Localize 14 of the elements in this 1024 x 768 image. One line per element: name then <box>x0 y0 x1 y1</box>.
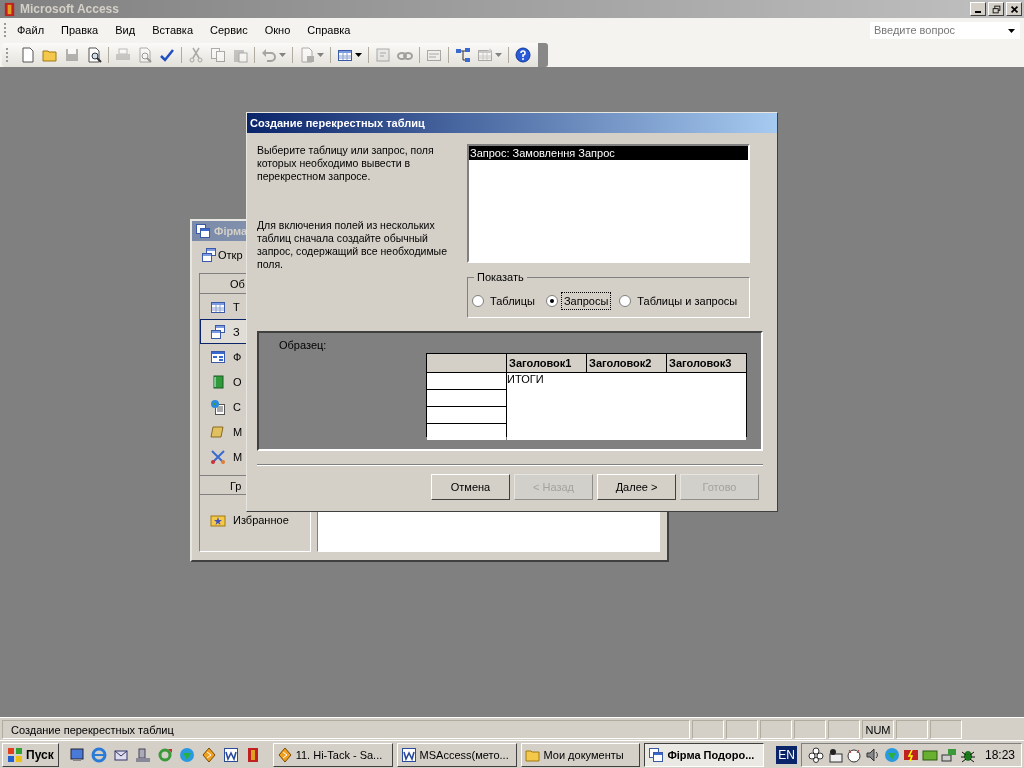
column-heading: Заголовок3 <box>667 354 746 372</box>
group-label: Показать <box>474 271 527 283</box>
column-heading: Заголовок1 <box>507 354 586 372</box>
window-title: Microsoft Access <box>20 2 119 16</box>
status-text: Создание перекрестных таблиц <box>2 719 690 739</box>
dialog-title: Создание перекрестных таблиц <box>247 113 777 133</box>
num-lock-indicator: NUM <box>862 719 894 739</box>
hint-text: Для включения полей из нескольких таблиц сначала создайте обычный запрос, содержащий все необходимые поля. <box>257 219 448 271</box>
value-label: ИТОГИ <box>507 373 544 385</box>
sample-label: Образец: <box>279 339 327 352</box>
clock: 18:23 <box>985 747 1015 762</box>
column-heading: Заголовок2 <box>587 354 666 372</box>
window-title: Фірма <box>214 225 248 237</box>
instruction-text: Выберите таблицу или запрос, поля которых необходимо вывести в перекрестном запросе. <box>257 144 435 183</box>
